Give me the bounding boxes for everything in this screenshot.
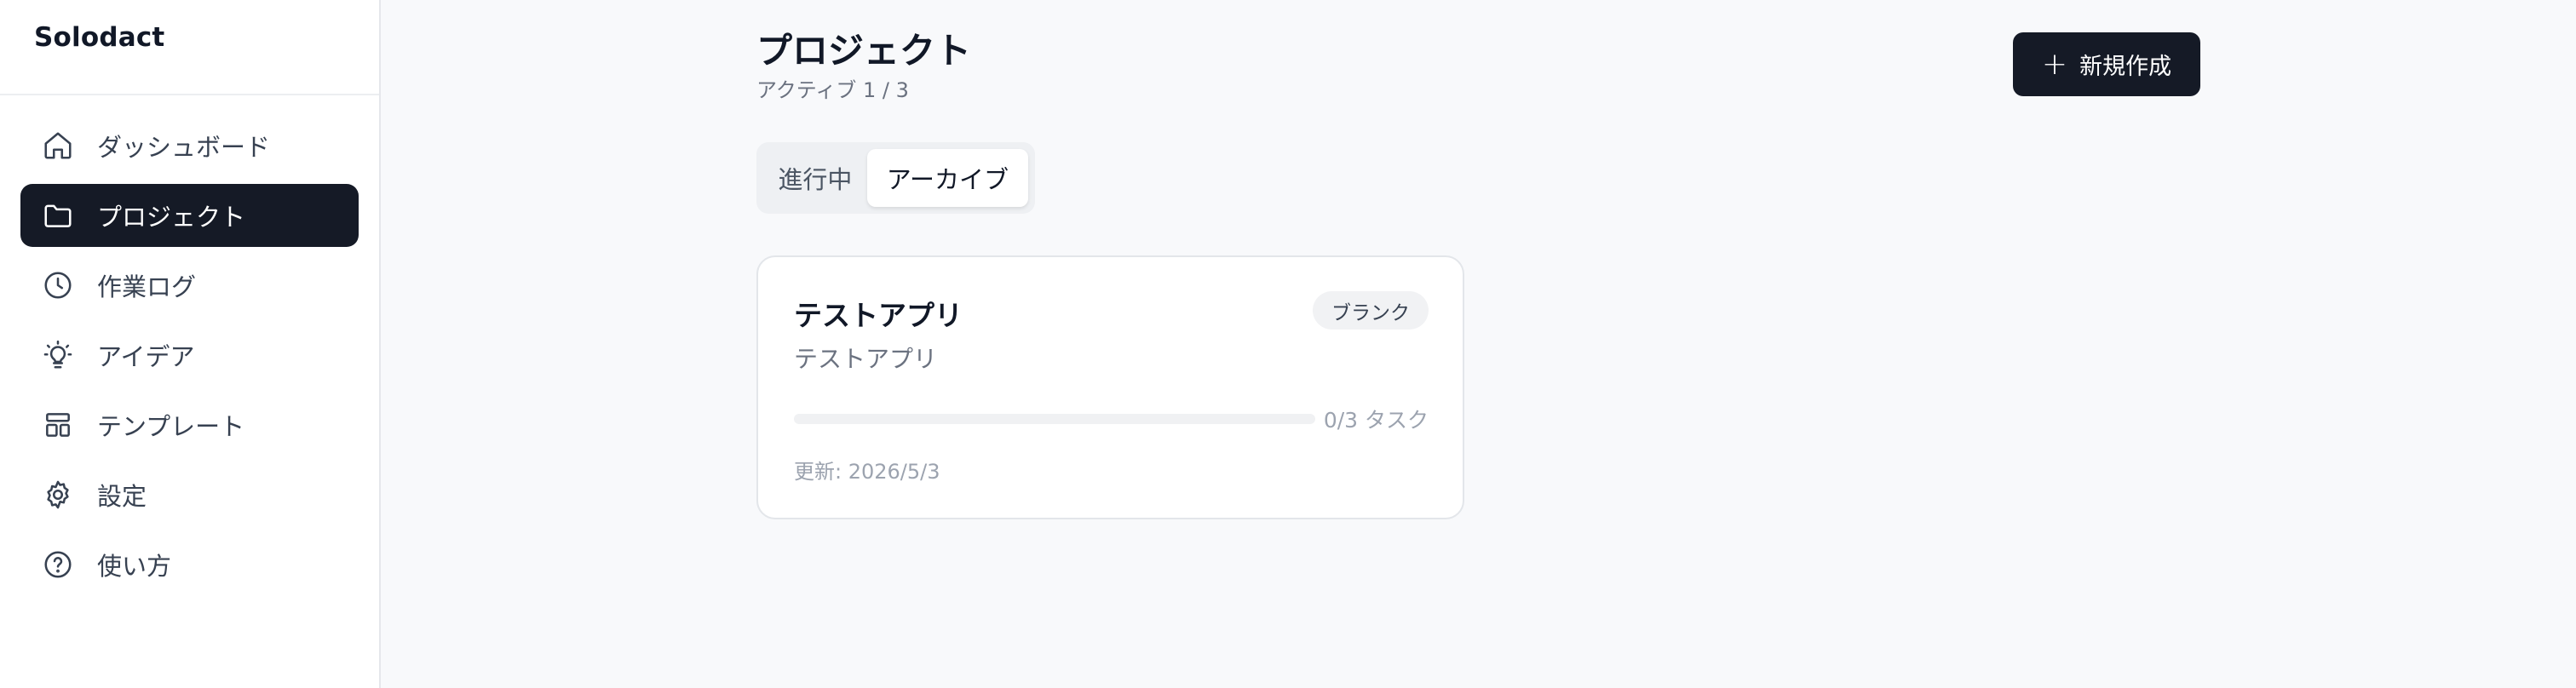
project-tabs: 進行中 アーカイブ [756,142,1035,214]
new-project-label: 新規作成 [2079,54,2172,80]
project-card[interactable]: テストアプリ ブランク テストアプリ 0/3 タスク 更新: 2026/5/3 [756,255,1464,519]
sidebar-item-label: ダッシュボード [97,133,271,162]
sidebar-item-settings[interactable]: 設定 [20,463,359,526]
plus-icon: + [2041,46,2068,82]
active-count: アクティブ 1 / 3 [756,78,909,102]
clock-icon [41,268,75,302]
sidebar-item-templates[interactable]: テンプレート [20,393,359,456]
updated-date: 更新: 2026/5/3 [794,460,940,484]
main-content: プロジェクト アクティブ 1 / 3 + 新規作成 進行中 アーカイブ テストア… [381,0,2576,688]
sidebar-item-ideas[interactable]: アイデア [20,324,359,387]
tab-archive[interactable]: アーカイブ [866,149,1028,207]
sidebar-item-label: テンプレート [97,412,245,441]
sidebar-item-projects[interactable]: プロジェクト [20,184,359,247]
folder-icon [41,198,75,232]
lightbulb-icon [41,338,75,372]
progress-bar [794,414,1315,424]
sidebar-item-label: アイデア [97,342,195,371]
sidebar-nav: ダッシュボード プロジェクト 作業ログ アイデア テンプレート 設定 使い方 [0,95,379,596]
page-title: プロジェクト [756,30,972,72]
sidebar-item-help[interactable]: 使い方 [20,533,359,596]
sidebar-item-label: 設定 [97,482,147,511]
home-icon [41,129,75,163]
help-circle-icon [41,548,75,582]
sidebar-item-label: 作業ログ [97,272,197,301]
task-count: 0/3 タスク [1323,408,1429,433]
layout-icon [41,408,75,442]
brand-logo[interactable]: Solodact [0,0,379,95]
new-project-button[interactable]: + 新規作成 [2013,32,2200,96]
sidebar-item-label: プロジェクト [97,203,246,232]
app-root: Solodact ダッシュボード プロジェクト 作業ログ アイデア テンプレート… [0,0,2576,688]
sidebar-item-worklog[interactable]: 作業ログ [20,254,359,317]
gear-icon [41,478,75,512]
sidebar-item-dashboard[interactable]: ダッシュボード [20,114,359,177]
sidebar: Solodact ダッシュボード プロジェクト 作業ログ アイデア テンプレート… [0,0,381,688]
project-title: テストアプリ [794,299,963,332]
sidebar-item-label: 使い方 [97,552,172,581]
tab-in-progress[interactable]: 進行中 [763,149,867,207]
status-badge: ブランク [1313,291,1429,330]
project-description: テストアプリ [794,345,938,373]
